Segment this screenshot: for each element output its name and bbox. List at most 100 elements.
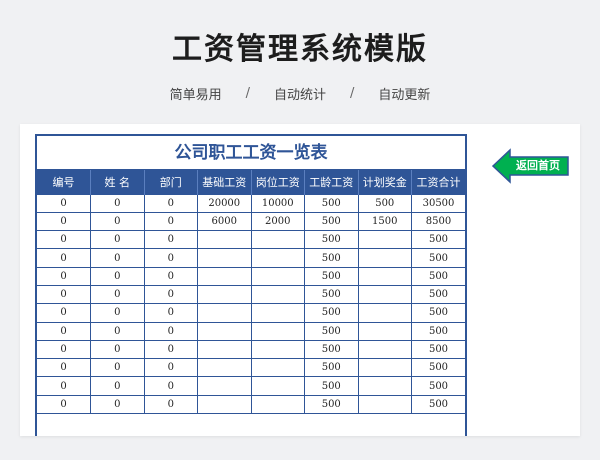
table-cell[interactable]: 0	[90, 193, 145, 213]
table-cell[interactable]: 0	[37, 321, 91, 341]
table-row: 0 0 0 500 500	[37, 321, 465, 341]
table-cell[interactable]: 8500	[411, 211, 465, 232]
table-cell[interactable]: 1500	[357, 211, 412, 232]
table-cell[interactable]: 0	[37, 211, 91, 232]
back-home-button[interactable]: 返回首页	[492, 148, 570, 184]
table-cell[interactable]: 0	[143, 321, 198, 341]
table-cell[interactable]: 0	[143, 358, 198, 378]
table-cell[interactable]: 500	[411, 376, 465, 396]
table-cell[interactable]: 0	[90, 284, 145, 305]
table-cell[interactable]: 0	[90, 394, 145, 415]
table-cell[interactable]	[357, 284, 412, 305]
table-cell[interactable]: 10000	[250, 193, 305, 213]
table-cell[interactable]: 30500	[411, 193, 465, 213]
table-cell[interactable]: 0	[90, 230, 145, 250]
table-cell[interactable]: 0	[90, 358, 145, 378]
table-cell[interactable]	[357, 248, 412, 268]
table-cell[interactable]	[357, 339, 412, 360]
table-cell[interactable]	[250, 358, 305, 378]
table-cell[interactable]: 500	[304, 266, 359, 286]
table-cell[interactable]: 0	[90, 321, 145, 341]
table-cell[interactable]: 0	[37, 376, 91, 396]
table-cell[interactable]: 500	[304, 284, 359, 305]
table-cell[interactable]: 500	[304, 394, 359, 415]
table-cell[interactable]: 0	[37, 193, 91, 213]
table-cell[interactable]: 500	[411, 284, 465, 305]
table-cell[interactable]: 0	[90, 339, 145, 360]
table-cell[interactable]: 0	[37, 358, 91, 378]
table-cell[interactable]: 500	[411, 266, 465, 286]
table-cell[interactable]: 0	[37, 339, 91, 360]
table-cell[interactable]: 500	[411, 303, 465, 323]
table-cell[interactable]: 500	[411, 248, 465, 268]
table-cell[interactable]: 0	[143, 193, 198, 213]
table-cell[interactable]	[197, 248, 252, 268]
table-cell[interactable]: 0	[143, 303, 198, 323]
table-cell[interactable]: 0	[37, 266, 91, 286]
table-cell[interactable]: 0	[143, 248, 198, 268]
table-cell[interactable]	[197, 358, 252, 378]
table-cell[interactable]: 0	[90, 248, 145, 268]
table-cell[interactable]	[197, 339, 252, 360]
table-cell[interactable]: 0	[143, 266, 198, 286]
table-cell[interactable]: 500	[304, 230, 359, 250]
table-cell[interactable]: 500	[304, 193, 359, 213]
table-cell[interactable]: 500	[304, 211, 359, 232]
table-cell[interactable]	[197, 321, 252, 341]
table-cell[interactable]: 0	[143, 394, 198, 415]
table-row: 0 0 0 500 500	[37, 358, 465, 378]
table-cell[interactable]: 500	[411, 321, 465, 341]
table-cell[interactable]: 0	[37, 394, 91, 415]
table-cell[interactable]	[357, 266, 412, 286]
table-cell[interactable]	[250, 321, 305, 341]
table-cell[interactable]: 0	[37, 303, 91, 323]
table-cell[interactable]: 0	[143, 284, 198, 305]
table-cell[interactable]: 500	[304, 321, 359, 341]
table-cell[interactable]	[357, 358, 412, 378]
table-cell[interactable]	[250, 376, 305, 396]
table-cell[interactable]	[197, 230, 252, 250]
table-cell[interactable]: 500	[411, 339, 465, 360]
table-cell[interactable]: 500	[357, 193, 412, 213]
table-cell[interactable]	[197, 303, 252, 323]
table-cell[interactable]: 500	[411, 230, 465, 250]
table-cell[interactable]	[197, 284, 252, 305]
subtitle-separator: /	[245, 86, 250, 101]
table-cell[interactable]: 500	[304, 248, 359, 268]
table-cell[interactable]: 500	[304, 376, 359, 396]
table-cell[interactable]: 500	[304, 303, 359, 323]
table-cell[interactable]: 500	[304, 339, 359, 360]
table-cell[interactable]	[250, 248, 305, 268]
table-cell[interactable]	[250, 303, 305, 323]
table-cell[interactable]	[357, 394, 412, 415]
table-cell[interactable]: 0	[37, 230, 91, 250]
table-cell[interactable]: 0	[143, 376, 198, 396]
table-cell[interactable]	[197, 376, 252, 396]
table-cell[interactable]: 500	[304, 358, 359, 378]
table-cell[interactable]	[250, 339, 305, 360]
table-cell[interactable]	[197, 266, 252, 286]
table-cell[interactable]: 0	[90, 266, 145, 286]
table-cell[interactable]: 0	[90, 211, 145, 232]
table-cell[interactable]: 0	[37, 284, 91, 305]
table-cell[interactable]: 500	[411, 394, 465, 415]
table-cell[interactable]: 0	[90, 376, 145, 396]
table-cell[interactable]	[250, 394, 305, 415]
table-cell[interactable]	[250, 284, 305, 305]
table-cell[interactable]: 6000	[197, 211, 252, 232]
table-cell[interactable]	[357, 230, 412, 250]
table-cell[interactable]	[357, 321, 412, 341]
table-cell[interactable]: 0	[37, 248, 91, 268]
table-cell[interactable]: 0	[143, 211, 198, 232]
table-cell[interactable]: 0	[90, 303, 145, 323]
table-cell[interactable]	[357, 376, 412, 396]
table-cell[interactable]: 2000	[250, 211, 305, 232]
table-cell[interactable]: 0	[143, 230, 198, 250]
table-cell[interactable]: 500	[411, 358, 465, 378]
table-cell[interactable]	[197, 394, 252, 415]
table-cell[interactable]	[250, 266, 305, 286]
table-cell[interactable]: 20000	[197, 193, 252, 213]
table-cell[interactable]	[250, 230, 305, 250]
table-cell[interactable]	[357, 303, 412, 323]
table-cell[interactable]: 0	[143, 339, 198, 360]
